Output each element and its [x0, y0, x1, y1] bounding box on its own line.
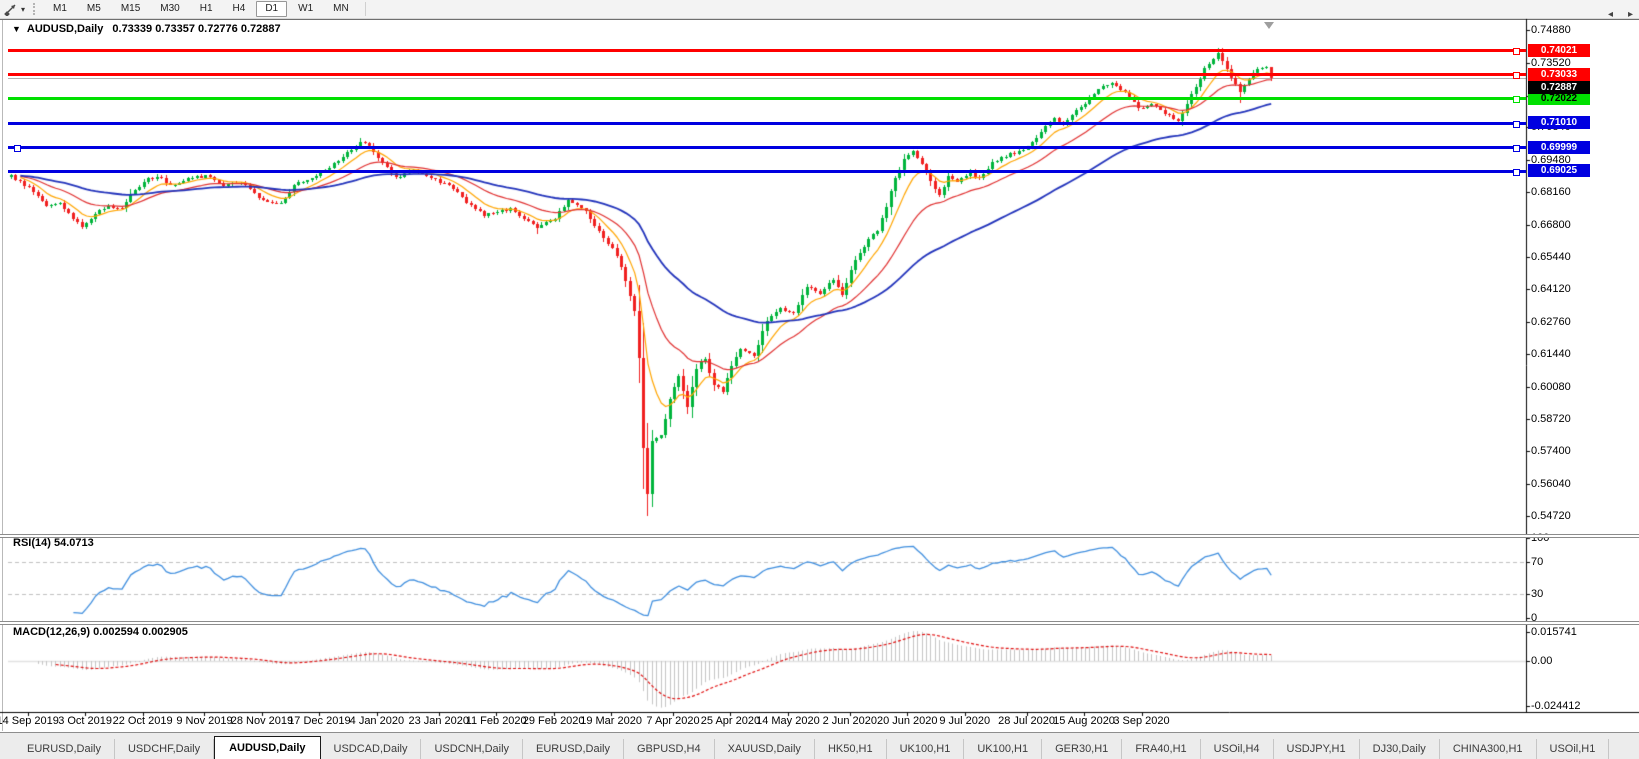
chart-tab-eurusd-daily[interactable]: EURUSD,Daily: [14, 739, 115, 759]
level-line-handle[interactable]: [1513, 96, 1520, 104]
price-level-badge-0.69025: 0.69025: [1528, 164, 1590, 178]
price-axis-tick[interactable]: 0.57400: [1531, 445, 1571, 457]
price-axis-tick[interactable]: 0.64120: [1531, 283, 1571, 295]
price-axis-tick[interactable]: 0.74880: [1531, 24, 1571, 36]
price-level-badge-0.71010: 0.71010: [1528, 116, 1590, 130]
price-axis-tick[interactable]: 0.65440: [1531, 251, 1571, 263]
chart-shift-marker-icon[interactable]: [1264, 22, 1274, 29]
macd-scale-tick[interactable]: -0.024412: [1531, 700, 1581, 712]
chart-tab-hk50-h1[interactable]: HK50,H1: [815, 739, 887, 759]
level-line-handle[interactable]: [1513, 48, 1520, 56]
price-axis-tick[interactable]: 0.68160: [1531, 186, 1571, 198]
rsi-macd-pane-divider[interactable]: [0, 621, 1639, 625]
level-line-handle[interactable]: [1513, 72, 1520, 80]
price-level-badge-0.74021: 0.74021: [1528, 43, 1590, 57]
macd-scale-tick[interactable]: 0.00: [1531, 655, 1552, 667]
horizontal-level-line-0.72022[interactable]: [8, 96, 1526, 104]
price-axis-tick[interactable]: 0.54720: [1531, 510, 1571, 522]
price-axis-tick[interactable]: 0.56040: [1531, 478, 1571, 490]
chart-title: ▼ AUDUSD,Daily 0.73339 0.73357 0.72776 0.…: [12, 23, 281, 35]
chart-menu-caret-icon[interactable]: ▼: [12, 24, 21, 34]
rsi-scale-tick[interactable]: 30: [1531, 588, 1543, 600]
horizontal-level-line-0.73033[interactable]: [8, 72, 1526, 80]
price-axis-tick[interactable]: 0.60080: [1531, 381, 1571, 393]
horizontal-level-line-0.71010[interactable]: [8, 120, 1526, 128]
chart-tab-ger30-h1[interactable]: GER30,H1: [1042, 739, 1123, 759]
chart-tab-gbpusd-h4[interactable]: GBPUSD,H4: [624, 739, 715, 759]
chart-tab-bar: EURUSD,Daily USDCHF,Daily AUDUSD,Daily USDC…: [0, 732, 1639, 759]
chart-title-symbol: AUDUSD,Daily: [26, 23, 104, 35]
rsi-pane-label: RSI(14) 54.0713: [13, 537, 94, 549]
chart-tab-uk100-h1[interactable]: UK100,H1: [964, 739, 1043, 759]
chart-tab-usdchf-daily[interactable]: USDCHF,Daily: [115, 739, 215, 759]
chart-tab-usoil-h4[interactable]: USOil,H4: [1201, 739, 1274, 759]
chart-tab-usoil-h1[interactable]: USOil,H1: [1537, 739, 1610, 759]
macd-scale-tick[interactable]: 0.015741: [1531, 626, 1577, 638]
date-axis-label[interactable]: 3 Sep 2020: [1097, 715, 1187, 727]
level-line-handle[interactable]: [14, 145, 21, 153]
horizontal-level-line-0.69025[interactable]: [8, 168, 1526, 176]
main-rsi-pane-divider[interactable]: [0, 534, 1639, 538]
chart-tab-eurusd-daily[interactable]: EURUSD,Daily: [523, 739, 624, 759]
macd-pane-label: MACD(12,26,9) 0.002594 0.002905: [13, 626, 188, 638]
price-axis-tick[interactable]: 0.58720: [1531, 413, 1571, 425]
chart-tab-fra40-h1[interactable]: FRA40,H1: [1122, 739, 1201, 759]
current-price-badge: 0.72887: [1528, 81, 1590, 94]
level-line-handle[interactable]: [1513, 145, 1520, 153]
chart-tab-usdcad-daily[interactable]: USDCAD,Daily: [321, 739, 422, 759]
chart-tab-dj30-daily[interactable]: DJ30,Daily: [1360, 739, 1440, 759]
level-line-handle[interactable]: [1513, 120, 1520, 128]
price-axis-tick[interactable]: 0.66800: [1531, 219, 1571, 231]
horizontal-level-line-0.74021[interactable]: [8, 48, 1526, 56]
rsi-scale-tick[interactable]: 70: [1531, 556, 1543, 568]
chart-tab-audusd-daily[interactable]: AUDUSD,Daily: [214, 736, 321, 759]
chart-tab-xauusd-daily[interactable]: XAUUSD,Daily: [715, 739, 815, 759]
horizontal-level-line-0.69999[interactable]: [8, 145, 1526, 153]
chart-tab-china300-h1[interactable]: CHINA300,H1: [1440, 739, 1537, 759]
chart-title-ohlc: 0.73339 0.73357 0.72776 0.72887: [112, 23, 281, 35]
scroll-tabs-right-icon[interactable]: ▸: [1628, 9, 1633, 20]
chart-tab-uk100-h1[interactable]: UK100,H1: [887, 739, 965, 759]
chart-tab-usdcnh-daily[interactable]: USDCNH,Daily: [421, 739, 524, 759]
chart-tab-usdjpy-h1[interactable]: USDJPY,H1: [1274, 739, 1360, 759]
price-axis-tick[interactable]: 0.61440: [1531, 348, 1571, 360]
scroll-tabs-left-icon[interactable]: ◂: [1608, 9, 1613, 20]
price-axis-tick[interactable]: 0.62760: [1531, 316, 1571, 328]
price-chart-canvas[interactable]: [0, 0, 1639, 759]
level-line-handle[interactable]: [1513, 168, 1520, 176]
price-level-badge-0.73033: 0.73033: [1528, 67, 1590, 81]
mt4-terminal: ▾ M1M5M15M30H1H4D1W1MN ▼AUDUSD,Daily 0.7…: [0, 0, 1639, 759]
price-level-badge-0.69999: 0.69999: [1528, 140, 1590, 154]
